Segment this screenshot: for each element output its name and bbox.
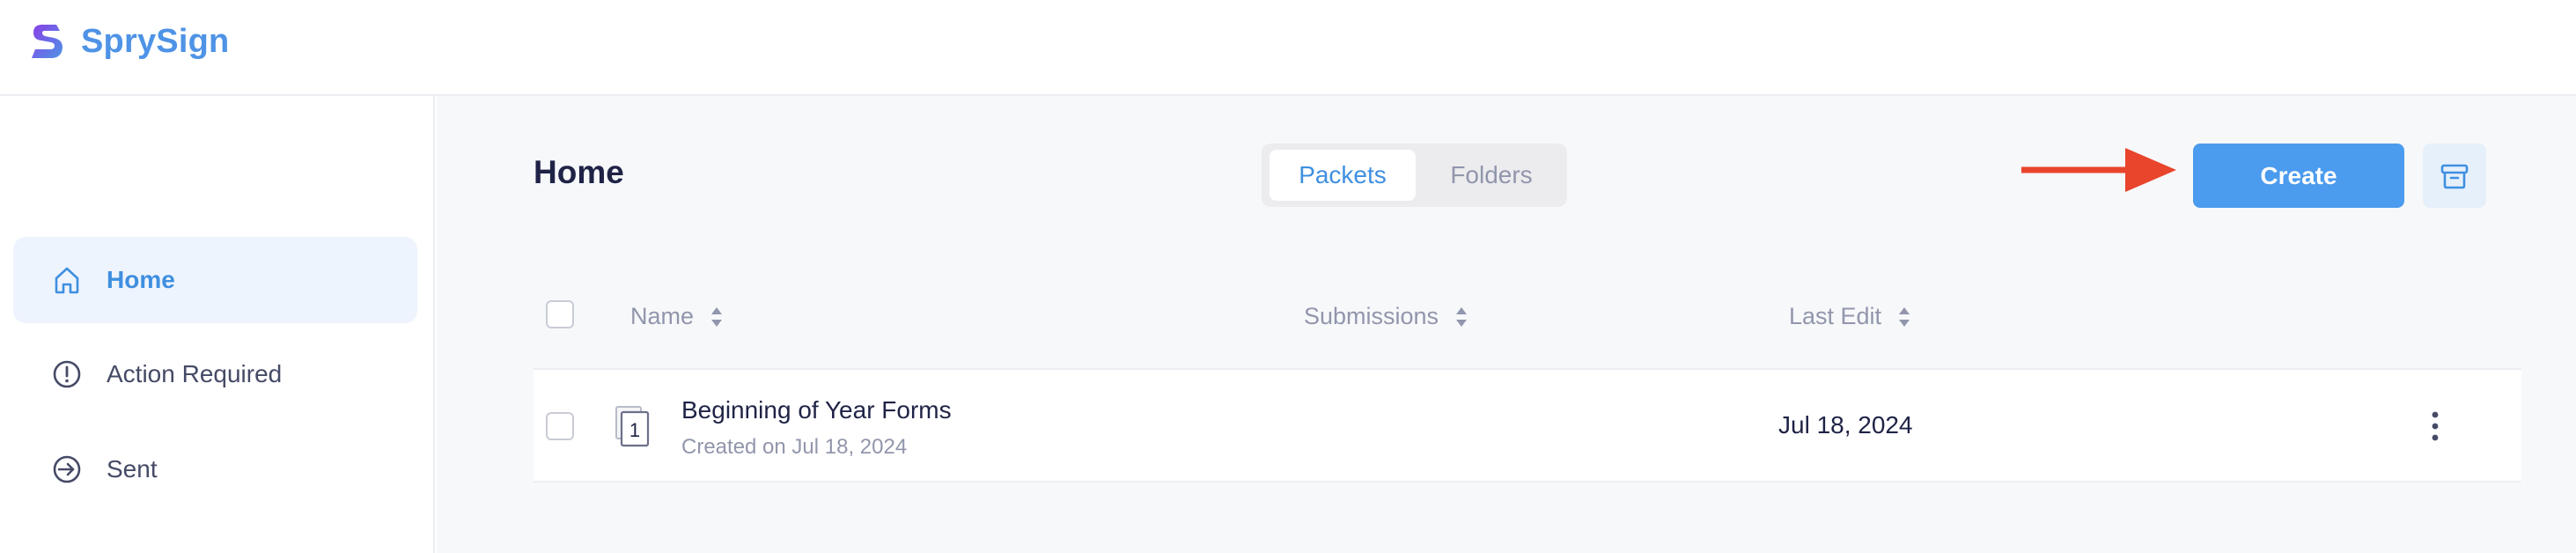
last-edit-date: Jul 18, 2024 [1778, 411, 1913, 439]
column-header-submissions[interactable]: Submissions [1304, 303, 1468, 330]
sidebar-item-label: Sent [107, 455, 158, 483]
column-header-label: Last Edit [1789, 303, 1882, 329]
page-count: 1 [629, 419, 640, 441]
sent-arrow-circle-icon [53, 455, 81, 483]
column-header-name[interactable]: Name [630, 303, 724, 330]
table-row[interactable]: 1 Beginning of Year Forms Created on Jul… [534, 368, 2521, 483]
main-content: Home Packets Folders Create Name Submiss… [437, 96, 2576, 553]
sort-icon [1456, 306, 1468, 327]
app-name: SprySign [81, 22, 230, 60]
sort-icon [711, 306, 723, 327]
tab-packets[interactable]: Packets [1270, 150, 1416, 201]
sidebar-item-label: Home [107, 266, 175, 293]
page-title: Home [534, 154, 624, 190]
sprysign-logo-icon [32, 25, 63, 58]
app-logo[interactable]: SprySign [30, 21, 229, 62]
packet-document-icon: 1 [615, 406, 650, 447]
select-all-checkbox[interactable] [546, 300, 574, 328]
more-options-icon[interactable] [2426, 409, 2444, 444]
top-bar: SprySign [0, 0, 2576, 96]
tab-folders[interactable]: Folders [1421, 150, 1562, 201]
archive-button[interactable] [2423, 144, 2486, 208]
column-header-label: Name [630, 303, 695, 329]
column-header-last-edit[interactable]: Last Edit [1789, 303, 1911, 330]
row-checkbox[interactable] [546, 412, 574, 440]
sidebar-item-sent[interactable]: Sent [13, 426, 417, 512]
sidebar: Home Action Required Sent [0, 96, 435, 553]
packet-created-date: Created on Jul 18, 2024 [681, 435, 908, 459]
archive-icon [2440, 164, 2469, 188]
alert-circle-icon [53, 360, 81, 388]
view-toggle: Packets Folders [1262, 144, 1567, 207]
table-header: Name Submissions Last Edit [534, 276, 2521, 358]
annotation-arrow-icon [2021, 148, 2176, 192]
create-button[interactable]: Create [2193, 144, 2404, 208]
sidebar-item-home[interactable]: Home [13, 237, 417, 323]
column-header-label: Submissions [1304, 303, 1439, 329]
sidebar-item-label: Action Required [107, 360, 283, 387]
sidebar-item-action-required[interactable]: Action Required [13, 331, 417, 417]
sort-icon [1899, 306, 1910, 327]
packet-name[interactable]: Beginning of Year Forms [681, 396, 952, 424]
home-icon [55, 267, 79, 294]
